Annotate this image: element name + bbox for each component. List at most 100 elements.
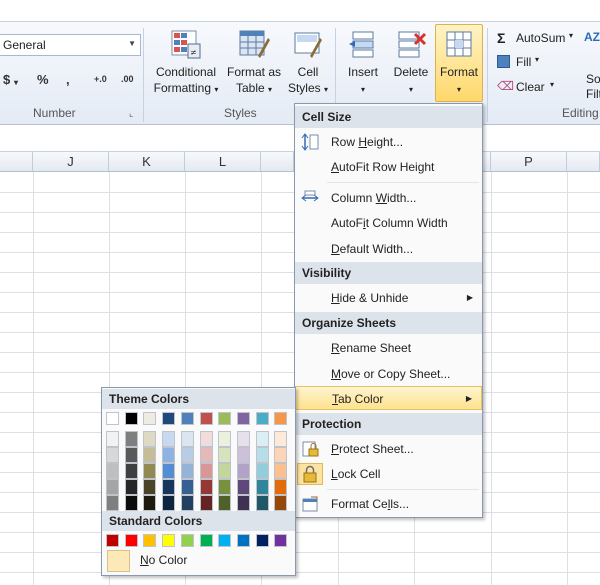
theme-color-swatch[interactable] (199, 463, 213, 479)
menu-item-protect-sheet[interactable]: Protect Sheet... (295, 437, 482, 461)
theme-color-swatch[interactable] (143, 431, 157, 447)
theme-color-swatch[interactable] (162, 447, 176, 463)
eraser-icon[interactable]: ⌫ (497, 79, 514, 93)
theme-color-swatch[interactable] (143, 447, 157, 463)
theme-color-swatch[interactable] (124, 479, 138, 495)
theme-color-swatch[interactable] (143, 412, 157, 425)
dialog-launcher-icon[interactable]: ⌞ (129, 108, 133, 119)
standard-color-swatch[interactable] (162, 534, 176, 547)
theme-color-swatch[interactable] (218, 495, 232, 511)
theme-color-swatch[interactable] (162, 412, 176, 425)
theme-color-swatch[interactable] (106, 431, 119, 447)
menu-item-autofit-row-height[interactable]: AutoFit Row Height (295, 155, 482, 179)
decrease-decimal-button[interactable]: .00 (121, 74, 134, 84)
fill-label[interactable]: Fill (516, 55, 531, 69)
menu-item-column-width[interactable]: Column Width... (295, 186, 482, 210)
theme-color-swatch[interactable] (180, 495, 194, 511)
chevron-down-icon[interactable]: ▾ (550, 80, 554, 89)
conditional-formatting-button[interactable]: ≠ Conditional Formatting ▾ (150, 28, 222, 104)
standard-color-swatch[interactable] (218, 534, 232, 547)
menu-item-hide-unhide[interactable]: Hide & Unhide ▶ (295, 286, 482, 310)
theme-color-swatch[interactable] (218, 463, 232, 479)
theme-color-swatch[interactable] (180, 447, 194, 463)
currency-button[interactable]: $ (3, 72, 10, 87)
chevron-down-icon[interactable]: ▾ (535, 55, 539, 64)
menu-item-lock-cell[interactable]: Lock Cell (295, 462, 482, 486)
theme-color-swatch[interactable] (106, 495, 119, 511)
theme-color-swatch[interactable] (180, 463, 194, 479)
menu-item-row-height[interactable]: Row Height... (295, 130, 482, 154)
theme-color-swatch[interactable] (180, 479, 194, 495)
column-header-q[interactable] (567, 152, 600, 172)
theme-color-swatch[interactable] (199, 479, 213, 495)
standard-color-swatch[interactable] (180, 534, 194, 547)
theme-color-swatch[interactable] (124, 447, 138, 463)
theme-color-swatch[interactable] (218, 479, 232, 495)
menu-item-rename-sheet[interactable]: Rename Sheet (295, 336, 482, 360)
theme-color-swatch[interactable] (199, 495, 213, 511)
clear-label[interactable]: Clear (516, 80, 545, 94)
column-header-k[interactable]: K (109, 152, 185, 172)
theme-color-swatch[interactable] (236, 479, 250, 495)
theme-color-swatch[interactable] (255, 447, 269, 463)
chevron-down-icon[interactable]: ▾ (569, 31, 573, 40)
theme-color-swatch[interactable] (218, 412, 232, 425)
standard-color-swatch[interactable] (255, 534, 269, 547)
theme-color-swatch[interactable] (124, 495, 138, 511)
format-as-table-button[interactable]: Format as Table ▾ (224, 28, 284, 104)
format-button[interactable]: Format ▾ (435, 24, 483, 102)
column-header-l[interactable]: L (185, 152, 261, 172)
theme-color-swatch[interactable] (274, 463, 288, 479)
theme-color-swatch[interactable] (236, 447, 250, 463)
standard-color-swatch[interactable] (199, 534, 213, 547)
delete-button[interactable]: Delete ▾ (389, 28, 433, 104)
theme-color-swatch[interactable] (180, 412, 194, 425)
theme-color-swatch[interactable] (106, 479, 119, 495)
theme-color-swatch[interactable] (162, 479, 176, 495)
standard-color-swatch[interactable] (236, 534, 250, 547)
chevron-down-icon[interactable]: ▾ (14, 78, 18, 87)
menu-item-tab-color[interactable]: Tab Color ▶ (295, 386, 482, 410)
theme-color-swatch[interactable] (106, 412, 119, 425)
sort-icon[interactable]: AZ (584, 30, 600, 44)
theme-color-swatch[interactable] (236, 412, 250, 425)
theme-color-swatch[interactable] (199, 412, 213, 425)
theme-color-swatch[interactable] (255, 412, 269, 425)
standard-color-swatch[interactable] (106, 534, 119, 547)
theme-color-swatch[interactable] (274, 479, 288, 495)
theme-color-swatch[interactable] (162, 431, 176, 447)
insert-button[interactable]: Insert ▾ (341, 28, 385, 104)
theme-color-swatch[interactable] (255, 479, 269, 495)
theme-color-swatch[interactable] (199, 447, 213, 463)
theme-color-swatch[interactable] (124, 412, 138, 425)
increase-decimal-button[interactable]: +.0 (94, 74, 107, 84)
sort-filter-label-1[interactable]: So (586, 72, 600, 86)
theme-color-swatch[interactable] (255, 431, 269, 447)
autosum-label[interactable]: AutoSum (516, 31, 565, 45)
fill-icon[interactable] (497, 55, 510, 68)
theme-color-swatch[interactable] (162, 463, 176, 479)
theme-color-swatch[interactable] (255, 495, 269, 511)
column-header-j[interactable]: J (33, 152, 109, 172)
comma-button[interactable]: , (66, 72, 70, 87)
column-header-p[interactable]: P (491, 152, 567, 172)
theme-color-swatch[interactable] (274, 495, 288, 511)
standard-color-swatch[interactable] (143, 534, 157, 547)
theme-color-swatch[interactable] (106, 463, 119, 479)
number-format-select[interactable]: General ▼ (0, 34, 141, 56)
theme-color-swatch[interactable] (143, 495, 157, 511)
theme-color-swatch[interactable] (124, 431, 138, 447)
autosum-icon[interactable]: Σ (497, 30, 505, 46)
menu-item-format-cells[interactable]: Format Cells... (295, 492, 482, 516)
theme-color-swatch[interactable] (218, 431, 232, 447)
theme-color-swatch[interactable] (143, 479, 157, 495)
theme-color-swatch[interactable] (162, 495, 176, 511)
theme-color-swatch[interactable] (106, 447, 119, 463)
theme-color-swatch[interactable] (255, 463, 269, 479)
column-header-m[interactable] (261, 152, 294, 172)
menu-item-autofit-column-width[interactable]: AutoFit Column Width (295, 211, 482, 235)
menu-item-move-copy-sheet[interactable]: Move or Copy Sheet... (295, 362, 482, 386)
theme-color-swatch[interactable] (236, 463, 250, 479)
theme-color-swatch[interactable] (274, 431, 288, 447)
menu-item-default-width[interactable]: Default Width... (295, 237, 482, 261)
